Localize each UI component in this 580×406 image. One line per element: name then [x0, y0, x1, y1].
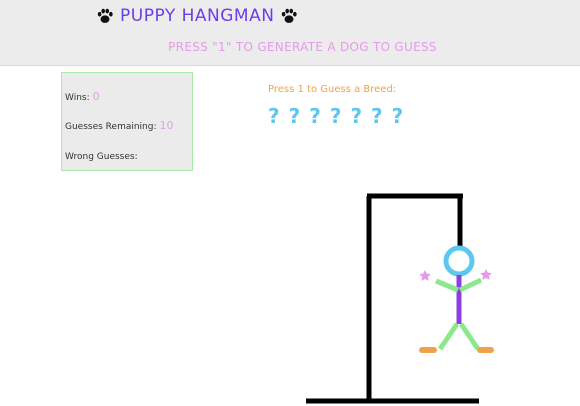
hangman-left-arm [435, 278, 459, 293]
hangman-drawing [306, 193, 494, 404]
hangman-head [443, 245, 475, 277]
hangman-left-leg [437, 322, 460, 351]
hangman-right-arm [458, 277, 483, 293]
hangman-left-hand-star [419, 270, 431, 281]
hangman-right-hand-star [480, 269, 492, 280]
hangman-right-leg [458, 322, 481, 351]
